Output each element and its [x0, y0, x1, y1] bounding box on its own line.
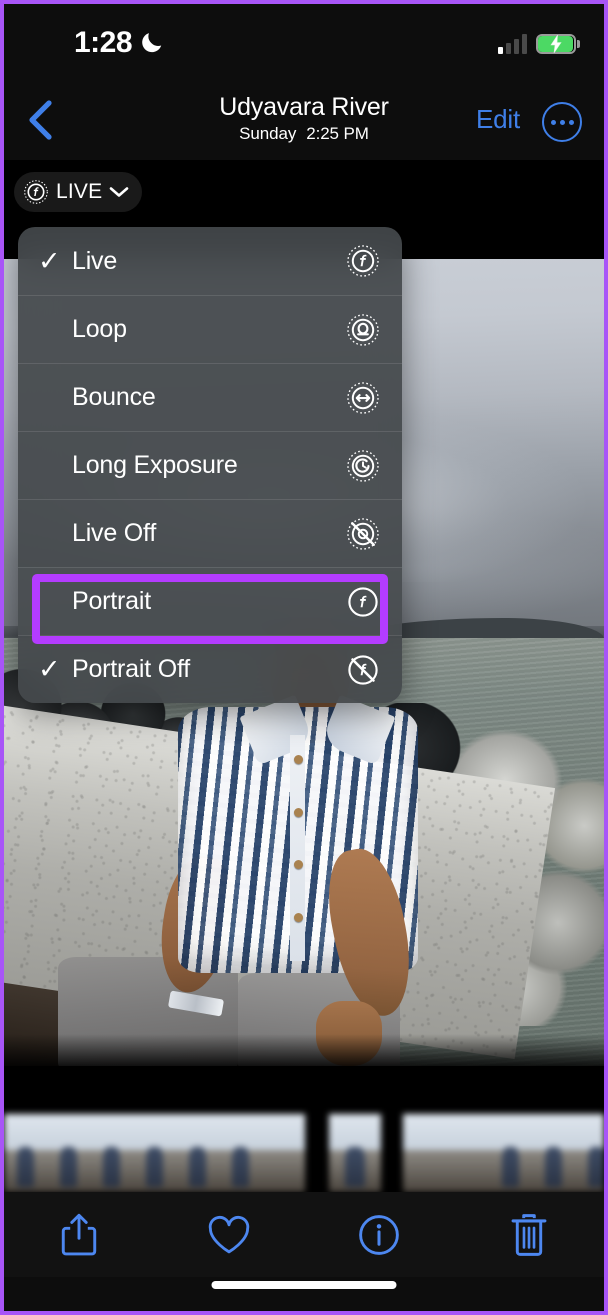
menu-item-portrait[interactable]: Portrait — [18, 567, 402, 635]
portrait-off-icon — [348, 654, 378, 685]
menu-item-live[interactable]: ✓ Live — [18, 227, 402, 295]
cellular-bars-icon — [498, 34, 527, 54]
edit-button[interactable]: Edit — [476, 104, 520, 135]
info-button[interactable] — [304, 1192, 454, 1277]
live-photo-off-icon — [347, 517, 379, 550]
chevron-down-icon — [110, 187, 129, 197]
menu-item-live-off[interactable]: Live Off — [18, 499, 402, 567]
status-bar-time: 1:28 — [74, 26, 133, 59]
photo-filmstrip[interactable] — [4, 1114, 604, 1192]
phone-screen: 1:28 Udyavara River Sunday 2:25 PM Edit … — [0, 0, 608, 1315]
heart-icon — [208, 1215, 250, 1253]
live-photo-icon — [24, 180, 48, 204]
status-bar: 1:28 — [4, 4, 604, 82]
photo-shirt-placket — [289, 735, 306, 962]
navigation-bar: Udyavara River Sunday 2:25 PM Edit — [4, 82, 604, 160]
checkmark-icon: ✓ — [38, 245, 61, 276]
bottom-toolbar — [4, 1192, 604, 1277]
menu-item-portrait-off[interactable]: ✓ Portrait Off — [18, 635, 402, 703]
ellipsis-dot — [559, 119, 565, 125]
trash-icon — [511, 1213, 547, 1256]
menu-item-label: Portrait — [72, 587, 151, 615]
live-effects-menu[interactable]: ✓ Live Loop Bounce Long Exposure Live Of… — [18, 227, 402, 703]
live-photo-mode-badge[interactable]: LIVE — [14, 172, 143, 212]
menu-item-label: Portrait Off — [72, 655, 191, 683]
photo-bottom-fade — [4, 1033, 604, 1066]
favorite-button[interactable] — [154, 1192, 304, 1277]
share-icon — [61, 1213, 97, 1255]
portrait-icon — [348, 586, 378, 617]
checkmark-icon: ✓ — [38, 654, 61, 684]
more-options-button[interactable] — [542, 102, 582, 142]
ellipsis-dot — [550, 119, 556, 125]
photo-shirt-button — [293, 912, 303, 922]
crescent-moon-icon — [142, 33, 162, 53]
menu-item-bounce[interactable]: Bounce — [18, 363, 402, 431]
menu-item-label: Loop — [72, 315, 127, 343]
delete-button[interactable] — [454, 1192, 604, 1277]
home-indicator — [211, 1281, 397, 1289]
info-circle-icon — [359, 1214, 399, 1255]
live-badge-label: LIVE — [56, 180, 103, 203]
ellipsis-dot — [568, 119, 574, 125]
long-exposure-icon — [347, 449, 379, 482]
photo-shirt-button — [293, 860, 303, 870]
menu-item-long-exposure[interactable]: Long Exposure — [18, 431, 402, 499]
share-button[interactable] — [4, 1192, 154, 1277]
photo-shirt-button — [293, 807, 303, 817]
photo-time: 2:25 PM — [306, 124, 369, 143]
menu-item-label: Live Off — [72, 519, 157, 547]
photo-day: Sunday — [239, 124, 297, 143]
menu-item-loop[interactable]: Loop — [18, 295, 402, 363]
status-bar-indicators — [498, 28, 580, 54]
loop-icon — [347, 313, 379, 346]
battery-charging-icon — [536, 34, 580, 54]
menu-item-label: Bounce — [72, 383, 156, 411]
menu-item-label: Live — [72, 246, 118, 275]
menu-item-label: Long Exposure — [72, 451, 238, 479]
bounce-icon — [347, 381, 379, 414]
live-photo-icon — [347, 245, 379, 277]
